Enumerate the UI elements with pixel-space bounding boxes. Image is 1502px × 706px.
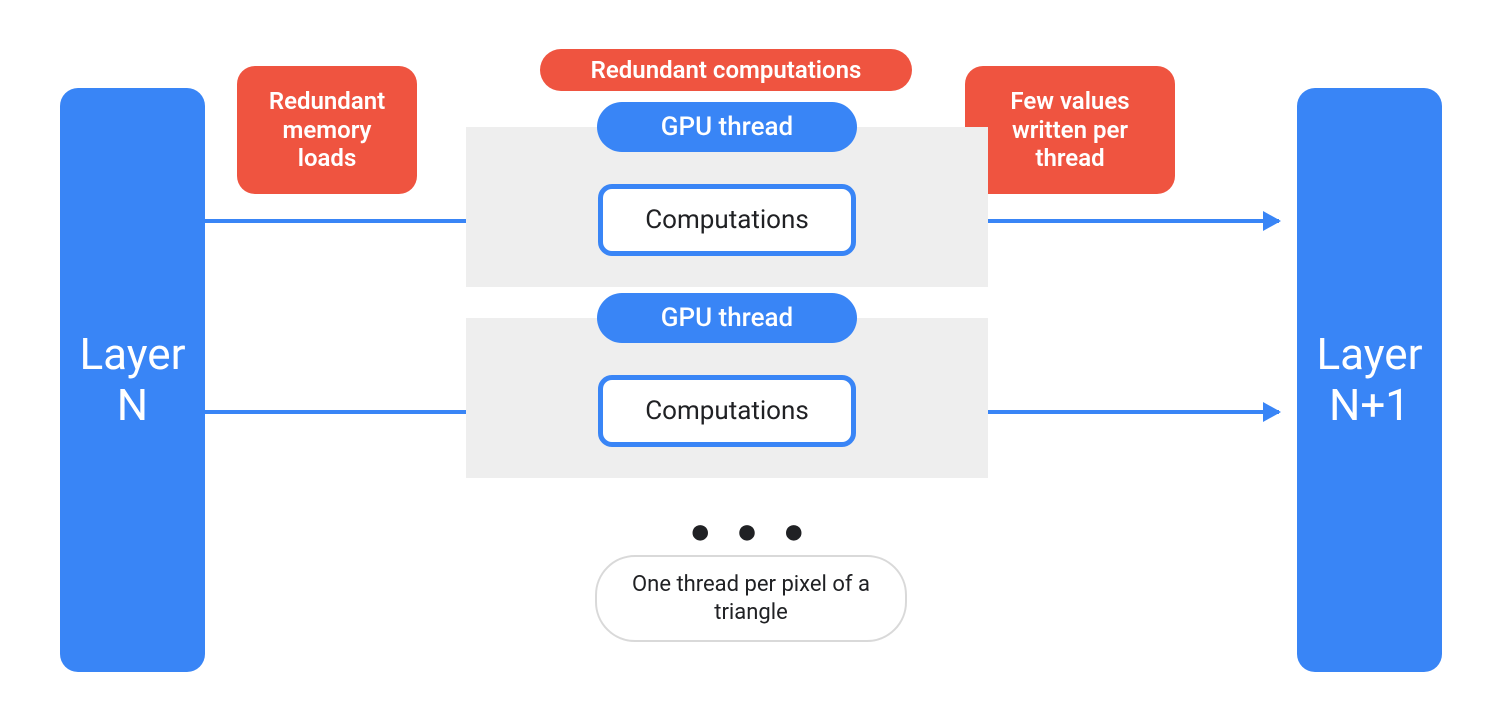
gpu-thread-pill-2: GPU thread (597, 293, 857, 343)
few-values-text: Few values written per thread (985, 87, 1155, 173)
footnote-pill: One thread per pixel of a triangle (595, 555, 907, 642)
computations-box-1: Computations (598, 184, 856, 256)
redundant-computations-label: Redundant computations (540, 49, 912, 91)
layer-n-label: Layer N (79, 329, 185, 430)
computations-label-1: Computations (645, 205, 809, 235)
gpu-thread-block-1: GPU thread Computations (466, 127, 988, 287)
redundant-memory-loads-label: Redundant memory loads (237, 66, 417, 194)
redundant-memory-loads-text: Redundant memory loads (257, 87, 397, 173)
layer-n1-label: Layer N+1 (1316, 329, 1422, 430)
redundant-computations-text: Redundant computations (591, 56, 862, 85)
layer-n-box: Layer N (60, 88, 205, 672)
gpu-thread-pill-1: GPU thread (597, 102, 857, 152)
few-values-label: Few values written per thread (965, 66, 1175, 194)
layer-n1-box: Layer N+1 (1297, 88, 1442, 672)
gpu-thread-label-1: GPU thread (661, 112, 793, 142)
gpu-thread-block-2: GPU thread Computations (466, 318, 988, 478)
ellipsis-text: ● ● ● (689, 510, 812, 552)
computations-box-2: Computations (598, 375, 856, 447)
gpu-thread-label-2: GPU thread (661, 303, 793, 333)
ellipsis-icon: ● ● ● (0, 510, 1502, 552)
computations-label-2: Computations (645, 396, 809, 426)
footnote-text: One thread per pixel of a triangle (631, 571, 871, 626)
